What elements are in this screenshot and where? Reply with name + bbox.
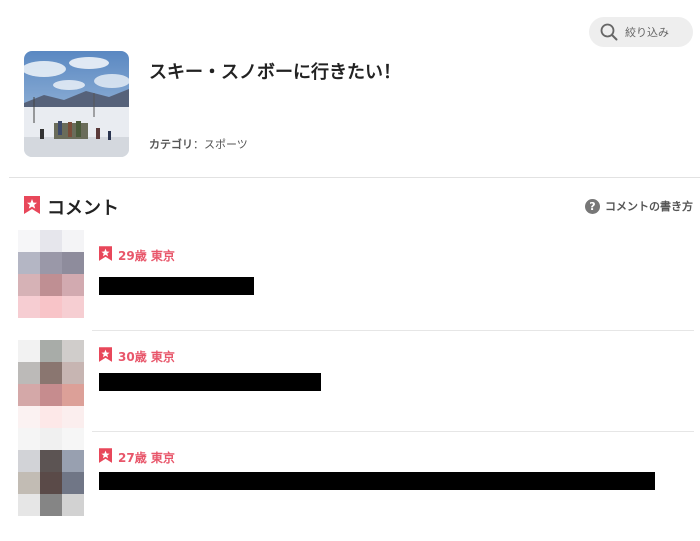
row-divider (92, 431, 694, 432)
redacted-text (99, 472, 655, 490)
category-label: カテゴリ (149, 138, 193, 151)
topic-title: スキー・スノボーに行きたい！ (149, 62, 401, 83)
bookmark-star-icon (24, 196, 40, 218)
comments-header: コメント (24, 194, 119, 220)
topic-image (24, 51, 129, 157)
comment-author-meta: 29歳 東京 (118, 249, 175, 263)
comments-title: コメント (47, 198, 119, 219)
comment-author-meta: 27歳 東京 (118, 451, 175, 465)
help-icon: ? (585, 198, 600, 214)
bookmark-star-icon (99, 347, 112, 366)
redacted-text (99, 277, 254, 295)
comment-meta: 29歳 東京 (99, 246, 175, 265)
filter-button[interactable]: 絞り込み (589, 17, 693, 47)
comment-meta: 27歳 東京 (99, 448, 175, 467)
category-value[interactable]: スポーツ (204, 138, 248, 151)
category-separator: ： (193, 138, 204, 151)
row-divider (92, 330, 694, 331)
avatar (18, 428, 84, 516)
topic-category: カテゴリ：スポーツ (149, 136, 248, 152)
avatar (18, 230, 84, 318)
comment-howto-link[interactable]: ? コメントの書き方 (585, 198, 693, 214)
search-icon (600, 23, 618, 41)
howto-label: コメントの書き方 (605, 200, 693, 213)
comment-author-meta: 30歳 東京 (118, 350, 175, 364)
avatar (18, 340, 84, 428)
section-divider (9, 177, 700, 178)
filter-label: 絞り込み (625, 26, 669, 39)
bookmark-star-icon (99, 448, 112, 467)
comment-meta: 30歳 東京 (99, 347, 175, 366)
bookmark-star-icon (99, 246, 112, 265)
redacted-text (99, 373, 321, 391)
